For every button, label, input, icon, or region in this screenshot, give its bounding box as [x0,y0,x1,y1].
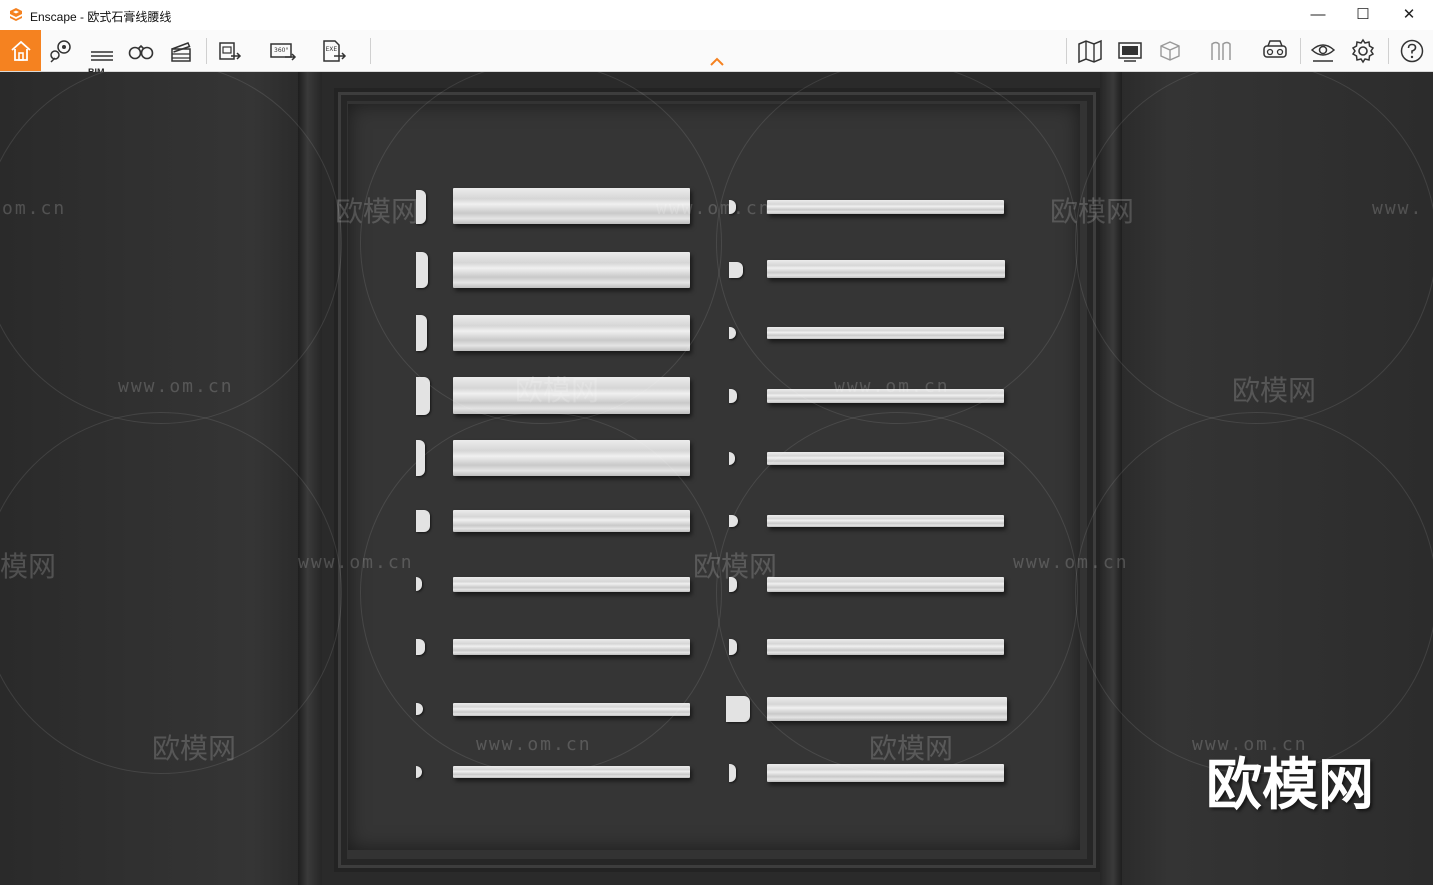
waypoint-button[interactable] [46,30,76,71]
molding-profile [729,764,736,782]
panorama-label: 360° [274,47,288,54]
vr-headset-icon [1263,39,1287,58]
title-bar: Enscape - 欧式石膏线腰线 — ☐ ✕ [0,0,1433,31]
asset-library-button[interactable] [1204,30,1238,71]
watermark-brand-large: 欧模网 [1206,753,1374,818]
help-button[interactable] [1396,30,1428,71]
watermark-url: www.om.cn [656,198,772,219]
exe-label: EXE [326,46,338,53]
minimize-button[interactable]: — [1295,0,1341,30]
visual-settings-button[interactable] [1306,30,1340,71]
molding-profile [726,696,750,722]
watermark-url: www.om.cn [298,552,414,573]
watermark-ring [716,72,1078,424]
home-button[interactable] [0,30,41,71]
panorama-export-icon: 360° [270,42,297,61]
maximize-button[interactable]: ☐ [1340,0,1386,30]
window-title: Enscape - 欧式石膏线腰线 [30,8,171,25]
video-editor-button[interactable] [166,30,196,71]
toolbar-separator [1300,38,1301,64]
watermark-brand: 欧模网 [869,732,954,765]
watermark-url: www.om.cn [476,734,592,755]
map-pin-icon [50,39,71,63]
screenshot-export-icon [219,41,242,60]
watermark-brand: 欧模网 [1232,374,1317,407]
watermark-url: om.cn [2,198,67,219]
watermark-url: www.om.cn [834,376,950,397]
watermark-url: www. [1372,198,1424,219]
map-icon [1078,39,1102,63]
enscape-logo-icon [10,8,22,21]
watermark-ring [360,412,722,774]
help-icon [1400,39,1424,62]
vr-headset-button[interactable] [1258,30,1292,71]
toolbar-separator [1066,38,1067,64]
bim-list-icon [91,50,113,61]
binoculars-icon [128,44,154,59]
watermark-brand: 欧模网 [693,550,778,583]
document-title: 欧式石膏线腰线 [87,10,172,24]
screenshot-export-button[interactable] [214,30,246,71]
app-name: Enscape [30,10,77,24]
title-separator: - [80,10,85,24]
bim-mode-button[interactable] [84,30,118,71]
watermark-brand: 欧模网 [1050,195,1135,228]
panorama-export-button[interactable]: 360° [266,30,300,71]
cube-icon [1160,40,1180,61]
watermark-url: www.om.cn [1013,552,1129,573]
exe-export-button[interactable]: EXE [318,30,350,71]
home-icon [10,40,31,61]
exe-export-icon: EXE [323,39,347,62]
gear-icon [1351,38,1375,63]
toolbar-separator [370,38,371,64]
watermark-brand: 模网 [0,550,57,583]
watermark-brand: 欧模网 [515,374,600,407]
collapse-toolbar-chevron-icon[interactable] [709,57,725,67]
toolbar-separator [1388,38,1389,64]
settings-button[interactable] [1346,30,1380,71]
asset-library-icon [1211,41,1231,60]
map-view-button[interactable] [1074,30,1106,71]
orthographic-view-button[interactable] [124,30,158,71]
visual-settings-icon [1310,43,1336,62]
render-window-button[interactable] [1114,30,1146,71]
watermark-ring [716,412,1078,774]
watermark-ring [1075,412,1433,774]
watermark-url: www.om.cn [118,376,234,397]
watermark-brand: 欧模网 [152,732,237,765]
close-button[interactable]: ✕ [1386,0,1432,30]
object-button[interactable] [1154,30,1186,71]
monitor-icon [1118,41,1142,62]
clapperboard-icon [171,41,191,62]
render-viewport[interactable]: www.om.cn om.cn www.om.cn www. www.om.cn… [0,72,1433,885]
watermark-brand: 欧模网 [335,195,420,228]
toolbar-separator [206,38,207,64]
